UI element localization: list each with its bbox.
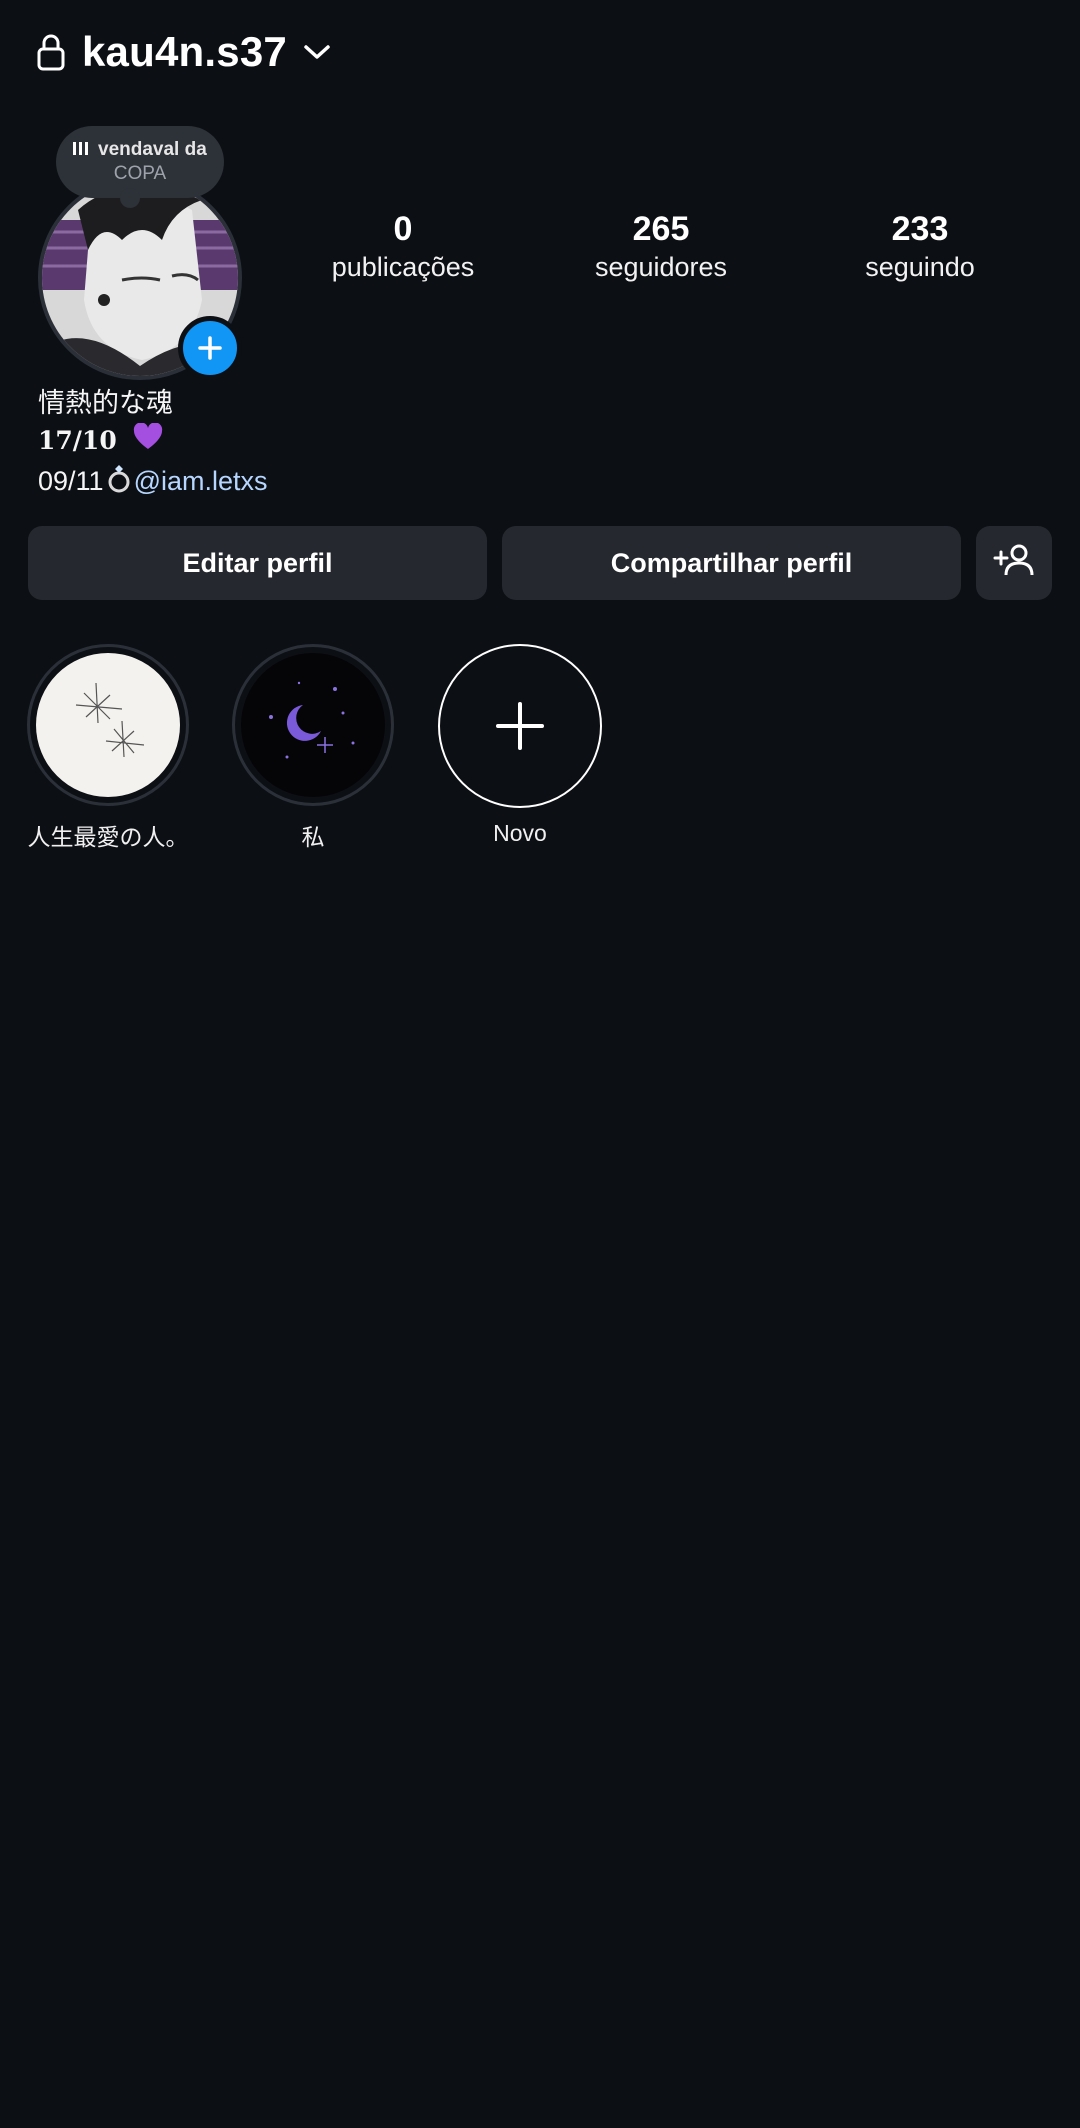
highlight-cover	[241, 653, 385, 797]
add-person-button[interactable]	[976, 526, 1052, 600]
username[interactable]: kau4n.s37	[82, 28, 287, 76]
highlight-item[interactable]: 私	[223, 644, 403, 852]
bio-date: 17/10	[38, 426, 117, 455]
edit-profile-button[interactable]: Editar perfil	[28, 526, 487, 600]
equalizer-bars-icon	[72, 140, 90, 161]
bio-line-2: 17/10	[38, 422, 268, 462]
plus-icon	[198, 336, 222, 360]
new-highlight-button[interactable]: Novo	[430, 644, 610, 847]
share-profile-button[interactable]: Compartilhar perfil	[502, 526, 961, 600]
avatar-container[interactable]	[38, 176, 242, 380]
highlight-label: 私	[301, 824, 325, 850]
note-bubble[interactable]: vendaval da COPA	[56, 126, 224, 208]
add-story-button[interactable]	[178, 316, 242, 380]
plus-icon	[496, 702, 544, 750]
profile-bio: 情熱的な魂 17/10 09/11 @iam.letxs	[38, 384, 268, 503]
ring-icon	[106, 463, 132, 503]
bio-line-3: 09/11 @iam.letxs	[38, 462, 268, 503]
stat-following-label: seguindo	[865, 252, 975, 282]
add-person-icon	[993, 542, 1035, 585]
profile-screen: kau4n.s37 vendaval da COPA 0 publicações…	[0, 0, 1080, 2128]
stat-posts-value: 0	[393, 210, 413, 248]
stat-followers-label: seguidores	[594, 252, 728, 282]
chevron-down-icon[interactable]	[303, 37, 333, 67]
new-highlight-label: Novo	[493, 820, 547, 846]
profile-header[interactable]: kau4n.s37	[36, 24, 333, 80]
profile-stats: 0 publicações 265 seguidores 233 seguind…	[290, 208, 1080, 298]
stat-following-value: 233	[891, 210, 949, 248]
note-artist: COPA	[113, 163, 167, 184]
stat-posts[interactable]: 0 publicações	[303, 208, 503, 284]
highlight-item[interactable]: 人生最愛の人。	[18, 644, 198, 852]
purple-heart-icon	[133, 422, 163, 462]
bio-mention-link[interactable]: @iam.letxs	[134, 466, 268, 496]
stat-followers-value: 265	[632, 210, 690, 248]
highlight-cover	[36, 653, 180, 797]
stat-followers[interactable]: 265 seguidores	[561, 208, 761, 284]
highlight-label: 人生最愛の人。	[27, 824, 189, 850]
lock-icon	[36, 32, 70, 72]
bio-line-1: 情熱的な魂	[38, 388, 173, 418]
stat-following[interactable]: 233 seguindo	[820, 208, 1020, 284]
note-song-title: vendaval da	[98, 139, 207, 160]
stat-posts-label: publicações	[331, 252, 475, 282]
bio-date-2: 09/11	[38, 466, 104, 496]
